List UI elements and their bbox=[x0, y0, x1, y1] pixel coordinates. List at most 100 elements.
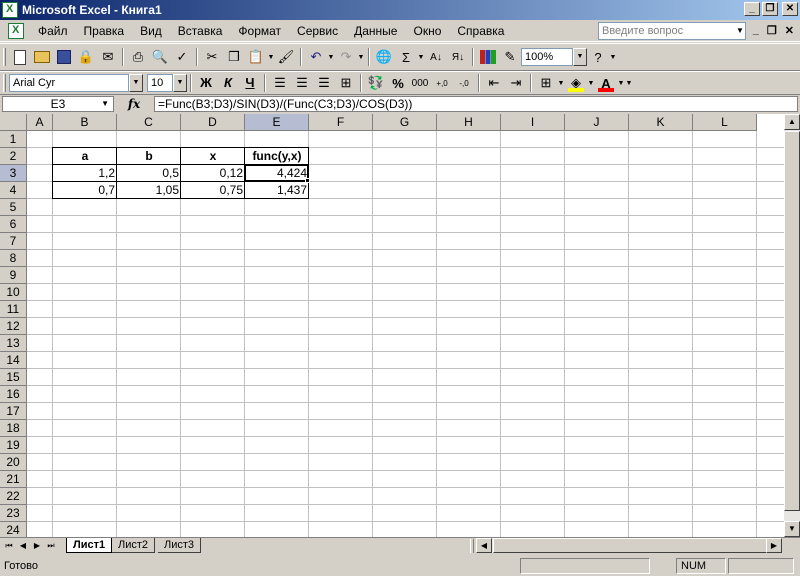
font-name-combo[interactable]: Arial Cyr bbox=[9, 74, 129, 92]
sheet-tab-3[interactable]: Лист3 bbox=[158, 538, 202, 553]
email-button[interactable]: ✉ bbox=[97, 46, 119, 68]
cell-d3[interactable]: 0,12 bbox=[181, 165, 245, 182]
cell-b2[interactable]: a bbox=[53, 148, 117, 165]
column-header-j[interactable]: J bbox=[565, 114, 629, 131]
row-header-15[interactable]: 15 bbox=[0, 369, 27, 386]
increase-decimal-button[interactable]: +,0 bbox=[431, 72, 453, 94]
underline-button[interactable]: Ч bbox=[239, 72, 261, 94]
column-header-e[interactable]: E bbox=[245, 114, 309, 131]
row-header-14[interactable]: 14 bbox=[0, 352, 27, 369]
bold-button[interactable]: Ж bbox=[195, 72, 217, 94]
drawing-button[interactable]: ✎ bbox=[499, 46, 521, 68]
align-right-button[interactable]: ☰ bbox=[313, 72, 335, 94]
sort-descending-button[interactable]: Я↓ bbox=[447, 46, 469, 68]
font-size-dropdown-icon[interactable]: ▼ bbox=[173, 74, 187, 92]
vertical-scroll-thumb[interactable] bbox=[784, 131, 800, 511]
formula-input[interactable]: =Func(B3;D3)/SIN(D3)/(Func(C3;D3)/COS(D3… bbox=[154, 96, 798, 112]
column-header-i[interactable]: I bbox=[501, 114, 565, 131]
open-button[interactable] bbox=[31, 46, 53, 68]
chart-wizard-button[interactable] bbox=[477, 46, 499, 68]
spelling-button[interactable]: ✓ bbox=[171, 46, 193, 68]
row-header-1[interactable]: 1 bbox=[0, 131, 27, 148]
align-left-button[interactable]: ☰ bbox=[269, 72, 291, 94]
copy-button[interactable]: ❐ bbox=[223, 46, 245, 68]
doc-restore-button[interactable]: ❐ bbox=[767, 24, 777, 37]
menu-file[interactable]: Файл bbox=[30, 24, 76, 38]
decrease-indent-button[interactable]: ⇤ bbox=[483, 72, 505, 94]
prev-sheet-icon[interactable]: ◀ bbox=[16, 539, 30, 553]
toolbar-grip[interactable] bbox=[3, 74, 6, 92]
permission-button[interactable]: 🔒 bbox=[75, 46, 97, 68]
row-header-4[interactable]: 4 bbox=[0, 182, 27, 199]
cell-b4[interactable]: 0,7 bbox=[53, 182, 117, 199]
paste-dropdown-icon[interactable]: ▼ bbox=[267, 54, 275, 61]
zoom-dropdown-icon[interactable]: ▼ bbox=[573, 48, 587, 66]
menu-data[interactable]: Данные bbox=[346, 24, 405, 38]
cell-c4[interactable]: 1,05 bbox=[117, 182, 181, 199]
workbook-icon[interactable] bbox=[8, 22, 24, 39]
redo-dropdown-icon[interactable]: ▼ bbox=[357, 54, 365, 61]
row-header-18[interactable]: 18 bbox=[0, 420, 27, 437]
worksheet-grid[interactable]: A B C D E F G H I J K L 1 2 3 4 5 6 7 8 9 10 11 12 13 14 15 16 17 18 1… bbox=[0, 114, 784, 537]
column-header-k[interactable]: K bbox=[629, 114, 693, 131]
print-button[interactable]: ⎙ bbox=[127, 46, 149, 68]
column-header-f[interactable]: F bbox=[309, 114, 373, 131]
cell-e4[interactable]: 1,437 bbox=[245, 182, 309, 199]
toolbar-grip[interactable] bbox=[3, 48, 6, 66]
print-preview-button[interactable]: 🔍 bbox=[149, 46, 171, 68]
column-header-c[interactable]: C bbox=[117, 114, 181, 131]
menu-window[interactable]: Окно bbox=[405, 24, 449, 38]
insert-function-icon[interactable]: fx bbox=[114, 97, 154, 111]
font-color-button[interactable]: A bbox=[595, 72, 617, 94]
cell-d2[interactable]: x bbox=[181, 148, 245, 165]
row-header-13[interactable]: 13 bbox=[0, 335, 27, 352]
horizontal-scrollbar[interactable]: ◀ ▶ bbox=[476, 538, 782, 553]
column-header-h[interactable]: H bbox=[437, 114, 501, 131]
first-sheet-icon[interactable]: ⏮ bbox=[2, 539, 16, 553]
doc-minimize-button[interactable]: _ bbox=[753, 24, 759, 37]
cell-e2[interactable]: func(y,x) bbox=[245, 148, 309, 165]
scroll-right-icon[interactable]: ▶ bbox=[766, 538, 782, 553]
row-header-21[interactable]: 21 bbox=[0, 471, 27, 488]
row-header-22[interactable]: 22 bbox=[0, 488, 27, 505]
row-header-6[interactable]: 6 bbox=[0, 216, 27, 233]
row-header-19[interactable]: 19 bbox=[0, 437, 27, 454]
row-header-5[interactable]: 5 bbox=[0, 199, 27, 216]
last-sheet-icon[interactable]: ⏭ bbox=[44, 539, 58, 553]
redo-button[interactable]: ↷ bbox=[335, 46, 357, 68]
paste-button[interactable]: 📋 bbox=[245, 46, 267, 68]
row-header-24[interactable]: 24 bbox=[0, 522, 27, 537]
sheet-tab-2[interactable]: Лист2 bbox=[112, 538, 156, 553]
horizontal-scroll-thumb[interactable] bbox=[493, 538, 767, 553]
fill-handle[interactable] bbox=[305, 178, 310, 183]
comma-style-button[interactable]: 000 bbox=[409, 72, 431, 94]
menu-edit[interactable]: Правка bbox=[76, 24, 133, 38]
sheet-tab-1[interactable]: Лист1 bbox=[66, 538, 113, 553]
sort-ascending-button[interactable]: А↓ bbox=[425, 46, 447, 68]
restore-button[interactable]: ❐ bbox=[762, 2, 778, 16]
row-header-20[interactable]: 20 bbox=[0, 454, 27, 471]
excel-app-icon[interactable] bbox=[2, 2, 18, 18]
merge-center-button[interactable]: ⊞ bbox=[335, 72, 357, 94]
menu-tools[interactable]: Сервис bbox=[289, 24, 346, 38]
row-header-8[interactable]: 8 bbox=[0, 250, 27, 267]
row-header-10[interactable]: 10 bbox=[0, 284, 27, 301]
toolbar-options-icon[interactable]: ▼ bbox=[609, 54, 617, 61]
row-header-17[interactable]: 17 bbox=[0, 403, 27, 420]
select-all-corner[interactable] bbox=[0, 114, 27, 131]
row-header-12[interactable]: 12 bbox=[0, 318, 27, 335]
hyperlink-button[interactable]: 🌐 bbox=[373, 46, 395, 68]
percent-button[interactable]: % bbox=[387, 72, 409, 94]
scroll-up-icon[interactable]: ▲ bbox=[784, 114, 800, 130]
toolbar-options-icon[interactable]: ▼ bbox=[625, 80, 633, 87]
close-button[interactable]: ✕ bbox=[782, 2, 798, 16]
name-box[interactable]: E3 ▼ bbox=[2, 96, 114, 112]
font-color-dropdown-icon[interactable]: ▼ bbox=[617, 80, 625, 87]
menu-insert[interactable]: Вставка bbox=[170, 24, 231, 38]
undo-dropdown-icon[interactable]: ▼ bbox=[327, 54, 335, 61]
doc-close-button[interactable]: ✕ bbox=[785, 24, 794, 37]
row-header-3[interactable]: 3 bbox=[0, 165, 27, 182]
decrease-decimal-button[interactable]: -,0 bbox=[453, 72, 475, 94]
name-box-dropdown-icon[interactable]: ▼ bbox=[101, 97, 109, 111]
scroll-down-icon[interactable]: ▼ bbox=[784, 521, 800, 537]
